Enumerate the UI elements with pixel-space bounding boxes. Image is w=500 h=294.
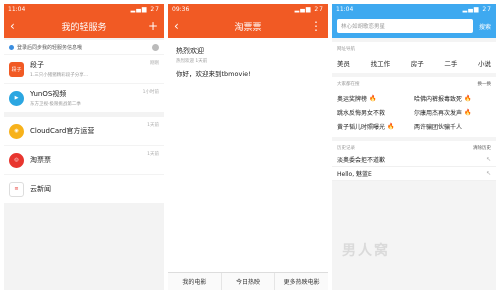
fire-icon: 🔥 [464,94,472,102]
back-arrow-icon[interactable]: ‹ [174,20,186,32]
nav-section: 网址导航 美员 找工作 房子 二手 小说 [332,42,496,73]
section-heading: 历史记录 [337,146,355,151]
page-title: 我的轻服务 [61,22,107,33]
service-name: YunOS视频 [30,90,67,98]
refresh-link[interactable]: 换一换 [478,81,492,87]
fill-arrow-icon[interactable]: ↖ [486,156,491,163]
fire-icon: 🔥 [464,108,472,116]
section-heading: 网址导航 [337,47,355,52]
service-item-duanzi[interactable]: 段子 段子 1.三只小猪猪精彩段子分享... 刚刚 [4,55,164,83]
back-arrow-icon[interactable]: ‹ [10,20,22,32]
watermark: 男人窝 [342,243,390,259]
message-date: 热烈欢迎 1天前 [176,59,208,64]
status-icons: ▂▄▆ 27 [294,5,324,13]
service-time: 1天前 [147,123,159,128]
bottom-menu: 我的电影 今日热映 更多热映电影 [168,272,328,290]
search-bar: 林心如胡歌恋男星 搜索 [332,14,496,38]
nav-link[interactable]: 美员 [337,58,350,68]
fire-icon: 🔥 [369,94,377,102]
play-icon: ▶ [9,90,24,106]
status-icons: ▂▄▆ 27 [462,5,492,13]
service-time: 1天前 [147,152,159,157]
service-subtitle: 1.三只小猪猪精彩段子分享... [30,73,89,78]
status-bar: 09:36 ▂▄▆ 27 [168,4,328,14]
service-item-cloud-news[interactable]: ≡ 云新闻 [4,175,164,203]
service-name: 淘票票 [30,156,51,164]
menu-today-showing[interactable]: 今日热映 [222,273,276,290]
login-notice[interactable]: 登录后同步我的轻服务信息哦 [4,40,164,54]
user-icon [9,44,14,50]
status-time: 09:36 [172,5,190,13]
service-item-yunos-video[interactable]: ▶ YunOS视频 东方卫视·极限挑战第二季 1小时前 [4,84,164,112]
title-bar: ‹ 我的轻服务 + [4,14,164,38]
service-time: 刚刚 [150,61,159,66]
hot-search-item[interactable]: 跳水反悔男女不救 [337,105,414,119]
service-item-cloudcard[interactable]: ◉ CloudCard官方运营 1天前 [4,117,164,145]
search-button[interactable]: 搜索 [479,22,491,31]
history-item[interactable]: 淡奥委会拒不道歉 ↖ [332,153,496,167]
service-name: 段子 [30,61,44,69]
message-card[interactable]: 热烈欢迎 热烈欢迎 1天前 你好，欢迎来到tbmovie! [168,38,328,78]
status-bar: 11:04 ▂▄▆ 27 [332,4,496,14]
phone-screen-my-services: 11:04 ▂▄▆ 27 ‹ 我的轻服务 + 登录后同步我的轻服务信息哦 段子 … [4,4,164,290]
history-section: 历史记录 清除历史 淡奥委会拒不道歉 ↖ Hello, 魅蓝E ↖ [332,141,496,181]
title-bar: ‹ 淘票票 ⋮ [168,14,328,38]
news-logo-icon: ≡ [9,181,24,197]
nav-link[interactable]: 房子 [411,58,424,68]
plus-icon[interactable]: + [146,20,158,32]
menu-more-movies[interactable]: 更多热映电影 [275,273,328,290]
nav-link[interactable]: 二手 [444,58,457,68]
history-item[interactable]: Hello, 魅蓝E ↖ [332,167,496,181]
status-time: 11:04 [8,5,26,13]
message-title: 热烈欢迎 [176,47,204,55]
section-heading: 大家都在搜 [337,82,360,87]
hot-search-item[interactable]: 奥运奖牌榜 🔥 [337,91,414,105]
status-time: 11:04 [336,5,354,13]
notice-text: 登录后同步我的轻服务信息哦 [17,44,83,51]
service-name: 云新闻 [30,185,51,193]
close-icon[interactable] [152,43,159,51]
duanzi-logo-icon: 段子 [9,61,24,77]
message-body: 你好，欢迎来到tbmovie! [176,70,251,78]
clear-history-button[interactable]: 清除历史 [473,145,491,151]
status-bar: 11:04 ▂▄▆ 27 [4,4,164,14]
nav-link[interactable]: 找工作 [371,58,391,68]
hot-search-item[interactable]: 两许骗团伙骗千人 [414,119,491,133]
hot-search-item[interactable]: 哈佛内裤报毒致死 🔥 [414,91,491,105]
nav-link[interactable]: 小说 [478,58,491,68]
fill-arrow-icon[interactable]: ↖ [486,170,491,177]
service-subtitle: 东方卫视·极限挑战第二季 [30,102,81,107]
page-title: 淘票票 [234,22,262,33]
cloudcard-logo-icon: ◉ [9,123,24,139]
hot-search-section: 大家都在搜 换一换 奥运奖牌榜 🔥 哈佛内裤报毒致死 🔥 跳水反悔男女不救 尔康用杰… [332,77,496,137]
hot-search-item[interactable]: 尔康用杰再次发声 🔥 [414,105,491,119]
service-name: CloudCard官方运营 [30,127,95,135]
status-icons: ▂▄▆ 27 [130,5,160,13]
taopiaopiao-logo-icon: ◎ [9,152,24,168]
service-item-taopiaopiao[interactable]: ◎ 淘票票 1天前 [4,146,164,174]
hot-search-item[interactable]: 黄子韬儿时照曝光 🔥 [337,119,414,133]
menu-my-movies[interactable]: 我的电影 [168,273,222,290]
fire-icon: 🔥 [387,122,395,130]
service-time: 1小时前 [142,90,159,95]
more-icon[interactable]: ⋮ [310,20,322,32]
search-input[interactable]: 林心如胡歌恋男星 [337,19,473,33]
